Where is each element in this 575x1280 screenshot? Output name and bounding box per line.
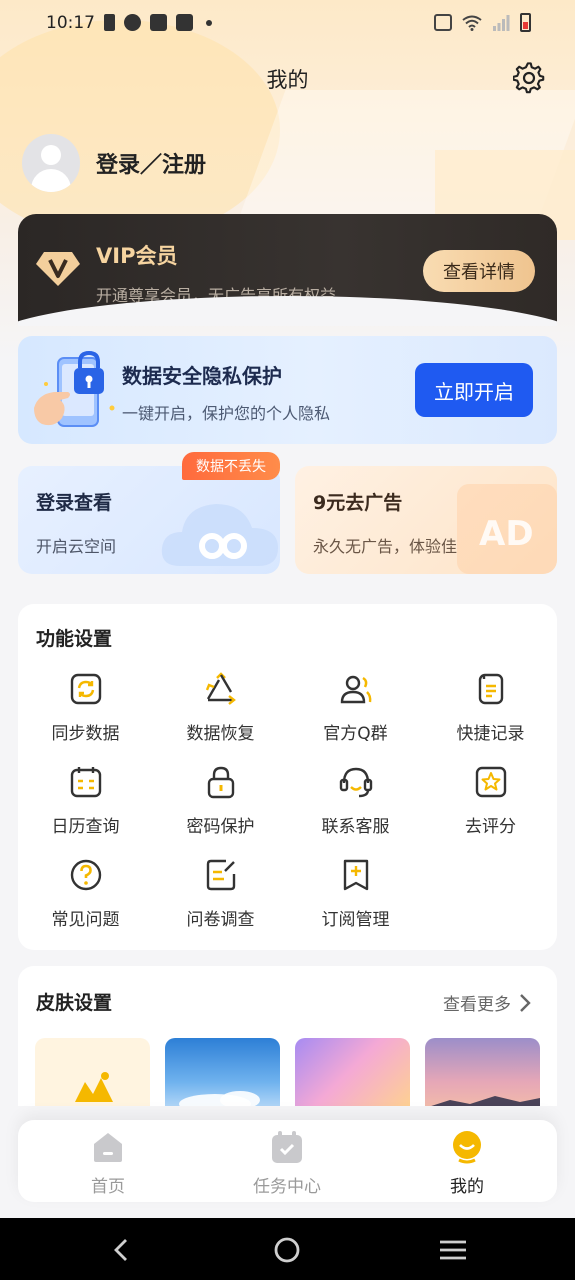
tab-home[interactable]: 首页 <box>38 1130 178 1197</box>
bottom-tab-bar: 首页 任务中心 我的 <box>18 1120 557 1202</box>
view-more-label: 查看更多 <box>443 995 511 1015</box>
contact-service-item[interactable]: 联系客服 <box>288 765 423 845</box>
grid-label: 日历查询 <box>51 817 120 837</box>
official-qq-group-item[interactable]: 官方Q群 <box>288 672 423 752</box>
rate-app-item[interactable]: 去评分 <box>423 765 558 845</box>
back-icon[interactable] <box>106 1234 138 1266</box>
vip-subtitle: 开通尊享会员，无广告享所有权益 <box>96 286 337 305</box>
shopping-bag-icon <box>176 14 193 31</box>
signal-icon <box>493 14 510 31</box>
vip-details-button[interactable]: 查看详情 <box>423 250 535 292</box>
grid-label: 订阅管理 <box>321 910 390 930</box>
calendar-icon <box>70 767 101 798</box>
ad-watermark: AD <box>457 484 557 574</box>
login-register-link[interactable]: 登录／注册 <box>96 147 206 179</box>
notification-icon <box>104 14 115 31</box>
phone-lock-illustration <box>34 350 115 427</box>
profile-login[interactable]: 登录／注册 <box>22 134 206 192</box>
cloud-login-card[interactable]: 登录查看 开启云空间 <box>18 466 280 574</box>
sync-data-item[interactable]: 同步数据 <box>18 672 153 752</box>
lock-icon <box>207 766 234 799</box>
grid-label: 问卷调查 <box>186 910 255 930</box>
function-settings-panel: 功能设置 同步数据 数据恢复 官方Q群 快捷记录 日历查询 密码保护 联系客服 … <box>18 604 557 950</box>
chevron-right-icon <box>520 993 531 1012</box>
star-icon <box>475 766 506 798</box>
vip-card[interactable]: VIP会员 开通尊享会员，无广告享所有权益 查看详情 <box>18 214 557 326</box>
group-icon <box>340 675 371 704</box>
remove-ads-card[interactable]: AD 9元去广告 永久无广告，体验佳 <box>295 466 557 574</box>
cloud-card-title: 登录查看 <box>36 492 113 514</box>
task-calendar-icon <box>272 1131 302 1163</box>
function-settings-title: 功能设置 <box>36 628 113 650</box>
avatar[interactable] <box>22 134 80 192</box>
question-icon <box>70 859 101 891</box>
grid-label: 密码保护 <box>186 817 255 837</box>
grid-label: 常见问题 <box>51 910 120 930</box>
home-circle-icon[interactable] <box>271 1234 303 1266</box>
mine-icon <box>453 1131 481 1164</box>
vibrate-icon <box>434 14 452 31</box>
system-navigation-bar <box>0 1218 575 1280</box>
notes-icon <box>478 673 503 705</box>
subscribe-icon <box>343 859 368 891</box>
cloud-icon <box>161 504 278 566</box>
grid-label: 去评分 <box>465 817 516 837</box>
survey-item[interactable]: 问卷调查 <box>153 858 288 938</box>
grid-label: 数据恢复 <box>186 724 255 744</box>
headset-icon <box>339 767 372 798</box>
subscription-manage-item[interactable]: 订阅管理 <box>288 858 423 938</box>
quick-notes-item[interactable]: 快捷记录 <box>423 672 558 752</box>
shopping-bag-icon <box>150 14 167 31</box>
privacy-protection-card[interactable]: 数据安全隐私保护 一键开启，保护您的个人隐私 立即开启 <box>18 336 557 444</box>
gear-icon[interactable] <box>513 62 545 94</box>
remove-ads-title: 9元去广告 <box>313 492 403 514</box>
dot-icon <box>206 19 212 26</box>
grid-label: 同步数据 <box>51 724 120 744</box>
grid-label: 快捷记录 <box>456 724 525 744</box>
view-more-link[interactable]: 查看更多 <box>443 990 531 1015</box>
vip-title: VIP会员 <box>96 244 178 268</box>
grid-label: 联系客服 <box>321 817 390 837</box>
tab-label: 任务中心 <box>253 1177 321 1197</box>
faq-item[interactable]: 常见问题 <box>18 858 153 938</box>
tab-label: 首页 <box>91 1177 125 1197</box>
enable-now-button[interactable]: 立即开启 <box>415 363 533 417</box>
calendar-query-item[interactable]: 日历查询 <box>18 765 153 845</box>
tab-task-center[interactable]: 任务中心 <box>217 1130 357 1197</box>
remove-ads-subtitle: 永久无广告，体验佳 <box>313 537 458 556</box>
tab-mine[interactable]: 我的 <box>397 1130 537 1197</box>
status-bar: 10:17 <box>0 0 575 48</box>
skin-settings-title: 皮肤设置 <box>36 992 113 1014</box>
title-bar: 我的 <box>0 56 575 100</box>
compass-icon <box>124 14 141 31</box>
survey-icon <box>206 859 235 891</box>
status-time: 10:17 <box>46 13 95 33</box>
cloud-card-subtitle: 开启云空间 <box>36 537 117 556</box>
data-safe-tag: 数据不丢失 <box>182 452 280 480</box>
sync-icon <box>70 673 101 705</box>
menu-icon[interactable] <box>437 1234 469 1266</box>
data-recovery-item[interactable]: 数据恢复 <box>153 672 288 752</box>
vip-diamond-icon <box>36 252 80 286</box>
battery-low-icon <box>520 13 531 32</box>
wifi-icon <box>462 15 482 31</box>
grid-label: 官方Q群 <box>323 724 388 744</box>
tab-label: 我的 <box>450 1177 484 1197</box>
privacy-subtitle: 一键开启，保护您的个人隐私 <box>122 404 331 423</box>
recycle-icon <box>205 672 236 705</box>
privacy-title: 数据安全隐私保护 <box>122 364 282 388</box>
password-protect-item[interactable]: 密码保护 <box>153 765 288 845</box>
home-icon <box>94 1133 122 1162</box>
page-title: 我的 <box>266 68 309 92</box>
